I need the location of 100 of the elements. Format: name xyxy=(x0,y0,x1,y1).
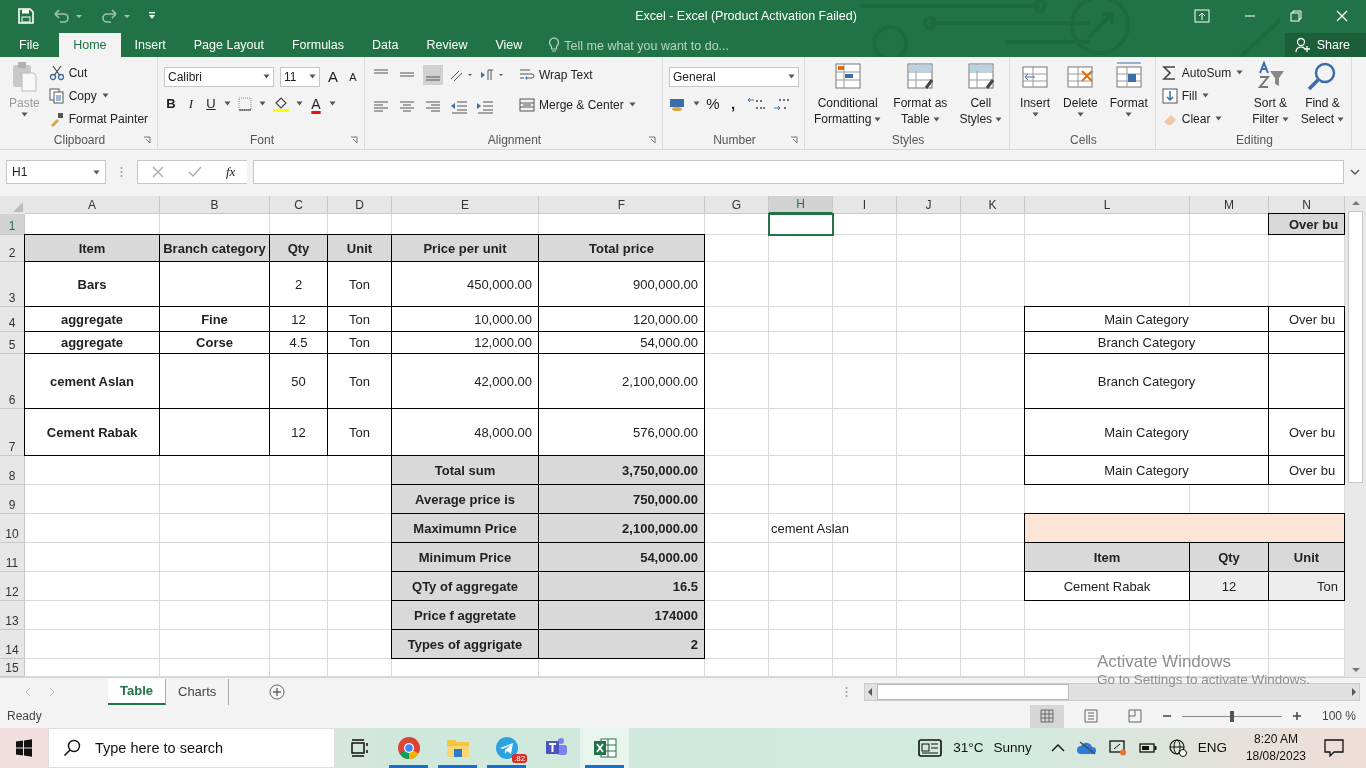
taskbar-app[interactable] xyxy=(580,728,629,768)
save-icon[interactable] xyxy=(18,8,34,25)
display-sync-icon[interactable] xyxy=(1108,740,1127,756)
caret-icon[interactable] xyxy=(1215,116,1223,122)
ribbon-display-icon[interactable] xyxy=(1194,9,1210,24)
task-view-icon[interactable] xyxy=(349,739,370,757)
font-color-button[interactable]: A xyxy=(309,95,323,112)
column-header[interactable]: D xyxy=(328,196,392,215)
spreadsheet-app-icon[interactable] xyxy=(592,737,617,759)
zoom-level[interactable]: 100 % xyxy=(1321,709,1356,724)
ribbon-tab[interactable]: Formulas xyxy=(277,32,359,57)
dialog-launcher-icon[interactable] xyxy=(648,135,656,144)
column-header[interactable]: H xyxy=(769,196,833,215)
taskbar-search-field[interactable]: Type here to search xyxy=(48,728,335,768)
clock-date[interactable]: 18/08/2023 xyxy=(1245,749,1306,764)
caret-icon[interactable] xyxy=(263,74,270,80)
row-number[interactable]: 11 xyxy=(0,543,25,573)
vertical-scrollbar[interactable] xyxy=(1345,196,1366,678)
caret-icon[interactable] xyxy=(309,74,316,80)
tell-me-field[interactable]: Tell me what you want to do... xyxy=(560,34,769,57)
caret-icon[interactable] xyxy=(259,101,266,107)
ribbon-tab[interactable]: Review xyxy=(412,32,482,57)
percent-button[interactable]: % xyxy=(706,95,720,113)
share-button[interactable]: Share xyxy=(1284,32,1366,57)
zoom-in-icon[interactable] xyxy=(1291,711,1302,722)
merge-center-button[interactable]: Merge & Center xyxy=(519,94,624,115)
news-icon[interactable] xyxy=(918,738,943,758)
chevron-up-icon[interactable] xyxy=(1050,743,1065,753)
italic-button[interactable]: I xyxy=(184,95,198,112)
column-header[interactable]: E xyxy=(392,196,539,215)
caret-icon[interactable] xyxy=(874,116,882,122)
format-painter-button[interactable]: Format Painter xyxy=(48,108,149,129)
column-header[interactable]: L xyxy=(1025,196,1190,215)
ribbon-tab[interactable]: Home xyxy=(59,32,121,57)
cells-button[interactable]: Insert xyxy=(1016,60,1055,117)
row-number[interactable]: 13 xyxy=(0,601,25,631)
scroll-right-icon[interactable] xyxy=(1349,685,1359,698)
caret-icon[interactable] xyxy=(1281,116,1289,122)
column-header[interactable]: A xyxy=(25,196,160,215)
sort-filter-button[interactable]: Sort & Filter xyxy=(1249,60,1292,127)
column-header[interactable]: F xyxy=(539,196,705,215)
zoom-slider-thumb[interactable] xyxy=(1229,711,1234,722)
dialog-launcher-icon[interactable] xyxy=(350,135,358,144)
clear-button[interactable]: Clear xyxy=(1161,108,1211,129)
bold-button[interactable]: B xyxy=(164,96,178,112)
caret-icon[interactable] xyxy=(628,102,636,108)
number-format-dropdown[interactable]: General xyxy=(669,66,799,87)
caret-icon[interactable] xyxy=(1202,93,1210,99)
column-header[interactable]: K xyxy=(961,196,1025,215)
sheet-tab[interactable]: Table xyxy=(108,678,166,705)
weather-text[interactable]: Sunny xyxy=(993,740,1032,756)
cells-button[interactable]: Delete xyxy=(1060,60,1101,117)
column-header[interactable]: G xyxy=(705,196,769,215)
restore-icon[interactable] xyxy=(1290,10,1302,23)
row-number[interactable]: 14 xyxy=(0,630,25,660)
grip-icon[interactable] xyxy=(120,166,123,179)
add-sheet-icon[interactable] xyxy=(269,683,286,700)
row-number[interactable]: 4 xyxy=(0,307,25,333)
network-globe-icon[interactable] xyxy=(1168,739,1187,757)
taskbar-app[interactable]: .82 xyxy=(482,728,531,768)
caret-icon[interactable] xyxy=(296,101,303,107)
ribbon-tab[interactable]: File xyxy=(0,32,60,57)
row-number[interactable]: 3 xyxy=(0,262,25,308)
ribbon-tab[interactable]: Page Layout xyxy=(179,32,278,57)
clock-time[interactable]: 8:20 AM xyxy=(1253,732,1298,747)
caret-icon[interactable] xyxy=(1031,111,1039,117)
underline-button[interactable]: U xyxy=(204,96,218,112)
fill-button[interactable]: Fill xyxy=(1161,85,1198,106)
shrink-font-button[interactable]: A xyxy=(346,70,360,83)
styles-button[interactable]: Format as Table xyxy=(890,60,951,127)
notifications-icon[interactable] xyxy=(1324,739,1344,757)
row-number[interactable]: 7 xyxy=(0,409,25,457)
caret-icon[interactable] xyxy=(1076,111,1084,117)
font-size-dropdown[interactable]: 11 xyxy=(280,66,320,87)
autosum-button[interactable]: AutoSum xyxy=(1161,62,1232,83)
vertical-align-icon[interactable] xyxy=(423,64,443,85)
folder-icon[interactable] xyxy=(445,737,470,759)
caret-icon[interactable] xyxy=(788,74,795,80)
caret-icon[interactable] xyxy=(20,111,28,117)
row-number[interactable]: 6 xyxy=(0,354,25,410)
sheet-tab[interactable]: Charts xyxy=(166,678,230,705)
caret-icon[interactable] xyxy=(1125,111,1133,117)
grip-icon[interactable] xyxy=(845,685,848,698)
formula-field[interactable] xyxy=(253,160,1344,185)
column-header[interactable]: B xyxy=(160,196,270,215)
styles-button[interactable]: Cell Styles xyxy=(956,60,1006,127)
row-number[interactable]: 8 xyxy=(0,456,25,486)
dialog-launcher-icon[interactable] xyxy=(790,135,798,144)
column-header[interactable]: C xyxy=(270,196,328,215)
row-number[interactable]: 5 xyxy=(0,332,25,355)
wrap-text-button[interactable]: Wrap Text xyxy=(519,64,636,85)
browser-icon[interactable] xyxy=(396,736,421,760)
ribbon-tab[interactable]: Insert xyxy=(120,32,180,57)
column-header[interactable]: I xyxy=(833,196,897,215)
caret-icon[interactable] xyxy=(1236,70,1244,76)
column-header[interactable]: J xyxy=(897,196,961,215)
cloud-icon[interactable] xyxy=(1076,741,1097,755)
caret-icon[interactable] xyxy=(93,169,100,175)
row-number[interactable]: 15 xyxy=(0,659,25,678)
cells-button[interactable]: Format xyxy=(1106,60,1151,117)
